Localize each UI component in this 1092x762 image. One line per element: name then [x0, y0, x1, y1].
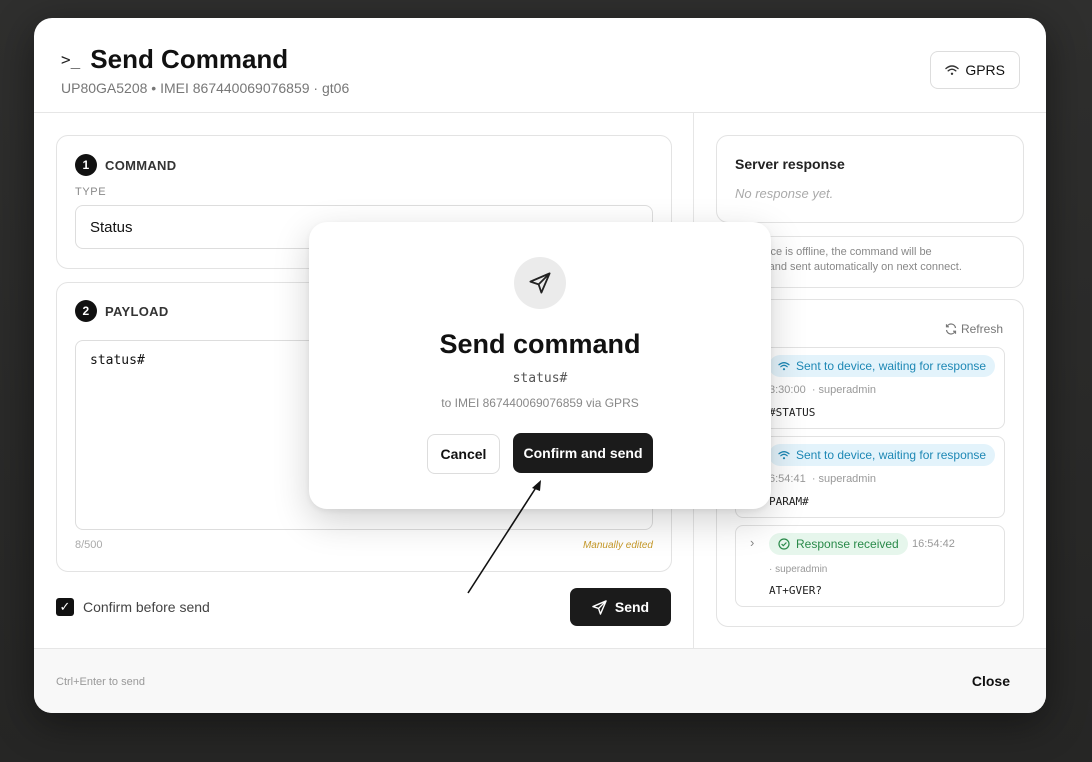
- annotation-arrow: [467, 480, 541, 594]
